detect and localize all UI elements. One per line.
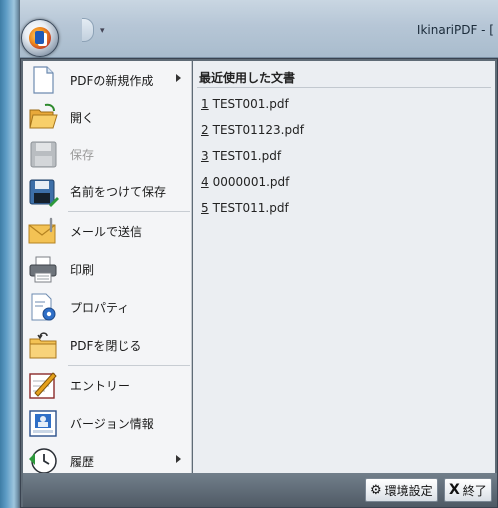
close-folder-icon <box>27 329 59 361</box>
menu-commands: PDFの新規作成 開く 保存 名前をつけて保存 メールで送信 印刷 プロパティ … <box>23 61 192 474</box>
menu-item-send-mail[interactable]: メールで送信 <box>23 212 192 250</box>
gear-icon: ⚙ <box>370 482 382 498</box>
save-disk-icon <box>27 138 59 170</box>
mail-envelope-icon <box>27 215 59 247</box>
recent-document-number: 4 <box>201 175 209 189</box>
menu-item-label: 名前をつけて保存 <box>70 185 167 199</box>
new-document-icon <box>27 64 59 96</box>
recent-document-item[interactable]: 2 TEST01123.pdf <box>201 123 304 137</box>
exit-button[interactable]: X 終了 <box>444 478 492 502</box>
quick-access-toolbar <box>82 18 94 42</box>
menu-item-properties[interactable]: プロパティ <box>23 288 192 326</box>
menu-item-label: バージョン情報 <box>70 417 154 431</box>
settings-button[interactable]: ⚙ 環境設定 <box>365 478 438 502</box>
recent-document-name: TEST01.pdf <box>212 149 282 163</box>
exit-button-label: 終了 <box>462 483 487 498</box>
printer-icon <box>27 253 59 285</box>
application-menu-button[interactable] <box>21 19 59 57</box>
menu-item-save-as[interactable]: 名前をつけて保存 <box>23 172 192 210</box>
menu-item-close-pdf[interactable]: PDFを閉じる <box>23 326 192 364</box>
recent-document-number: 2 <box>201 123 209 137</box>
version-info-icon <box>27 407 59 439</box>
application-menu: PDFの新規作成 開く 保存 名前をつけて保存 メールで送信 印刷 プロパティ … <box>20 58 498 508</box>
recent-document-number: 1 <box>201 97 209 111</box>
close-icon: X <box>449 482 460 498</box>
title-bar: ▾ IkinariPDF - [ <box>20 0 498 58</box>
menu-item-label: 開く <box>70 111 95 125</box>
save-as-icon <box>27 175 59 207</box>
recent-document-name: TEST01123.pdf <box>212 123 304 137</box>
recent-document-name: TEST011.pdf <box>212 201 289 215</box>
menu-footer: ⚙ 環境設定 X 終了 <box>23 473 497 507</box>
menu-item-print[interactable]: 印刷 <box>23 250 192 288</box>
recent-document-name: 0000001.pdf <box>212 175 290 189</box>
menu-item-label: 保存 <box>70 148 95 162</box>
submenu-arrow-icon <box>176 74 181 82</box>
recent-document-name: TEST001.pdf <box>212 97 289 111</box>
menu-item-label: PDFの新規作成 <box>70 74 154 88</box>
open-folder-icon <box>27 101 59 133</box>
menu-item-label: 履歴 <box>70 455 95 469</box>
recent-document-item[interactable]: 3 TEST01.pdf <box>201 149 281 163</box>
menu-item-label: プロパティ <box>70 301 130 315</box>
menu-item-entry[interactable]: エントリー <box>23 366 192 404</box>
recent-document-number: 5 <box>201 201 209 215</box>
recent-documents-divider <box>197 87 491 88</box>
menu-item-label: エントリー <box>70 379 131 393</box>
menu-item-save[interactable]: 保存 <box>23 135 192 173</box>
menu-item-label: PDFを閉じる <box>70 339 142 353</box>
quick-access-dropdown[interactable]: ▾ <box>100 26 105 36</box>
window-title: IkinariPDF - [ <box>416 23 494 37</box>
menu-item-version-info[interactable]: バージョン情報 <box>23 404 192 442</box>
recent-document-number: 3 <box>201 149 209 163</box>
menu-item-open[interactable]: 開く <box>23 98 192 136</box>
recent-documents-pane: 最近使用した文書 1 TEST001.pdf 2 TEST01123.pdf 3 TE… <box>193 61 495 473</box>
menu-item-new-pdf[interactable]: PDFの新規作成 <box>23 61 192 99</box>
settings-button-label: 環境設定 <box>384 483 433 498</box>
app-logo-icon <box>29 27 51 49</box>
submenu-arrow-icon <box>176 455 181 463</box>
recent-documents-title: 最近使用した文書 <box>199 71 296 85</box>
menu-item-label: 印刷 <box>70 263 95 277</box>
recent-document-item[interactable]: 4 0000001.pdf <box>201 175 289 189</box>
recent-document-item[interactable]: 5 TEST011.pdf <box>201 201 289 215</box>
recent-document-item[interactable]: 1 TEST001.pdf <box>201 97 289 111</box>
entry-pen-icon <box>27 369 59 401</box>
menu-item-label: メールで送信 <box>70 225 143 239</box>
properties-icon <box>27 291 59 323</box>
